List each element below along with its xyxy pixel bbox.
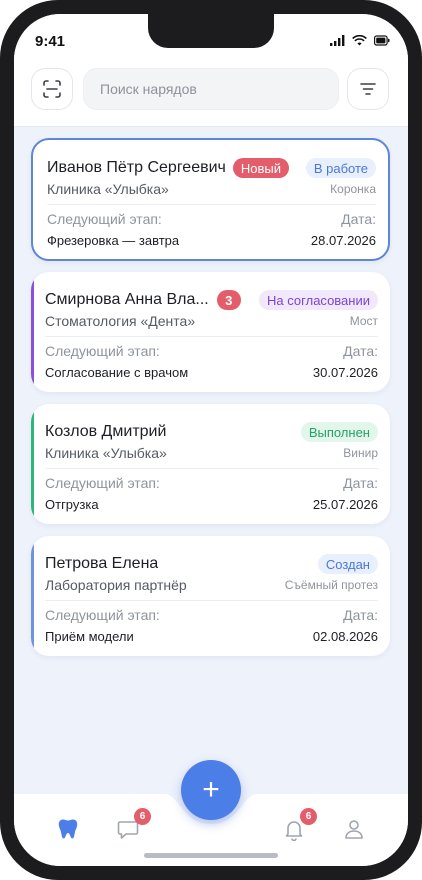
next-stage-label: Следующий этап: xyxy=(45,343,160,359)
status-icons xyxy=(330,35,390,46)
status-time: 9:41 xyxy=(35,33,66,50)
card-subheader: Клиника «Улыбка» Винир xyxy=(45,444,378,462)
clinic-name: Клиника «Улыбка» xyxy=(47,181,169,197)
phone-frame: 9:41 Поиск нарядов Иванов Пётр Сергеевич… xyxy=(0,0,422,880)
next-stage-value: Фрезеровка — завтра xyxy=(47,232,180,248)
card-labels: Следующий этап: Дата: xyxy=(45,606,378,624)
patient-name: Петрова Елена xyxy=(45,555,159,572)
nav-orders[interactable] xyxy=(53,814,83,844)
filter-icon xyxy=(360,83,376,95)
next-stage-value: Приём модели xyxy=(45,628,134,644)
home-indicator xyxy=(144,853,278,858)
card-header: Козлов Дмитрий Выполнен xyxy=(45,421,378,443)
card-accent xyxy=(31,536,34,656)
card-subheader: Лаборатория партнёр Съёмный протез xyxy=(45,576,378,594)
card-divider xyxy=(45,468,378,469)
clinic-name: Лаборатория партнёр xyxy=(45,577,187,593)
card-values: Приём модели 02.08.2026 xyxy=(45,627,378,645)
scan-button[interactable] xyxy=(31,68,73,110)
clinic-name: Стоматология «Дента» xyxy=(45,313,196,329)
signal-icon xyxy=(330,35,345,46)
card-header: Смирнова Анна Вла... 3 На согласовании xyxy=(45,289,378,311)
order-card[interactable]: Козлов Дмитрий Выполнен Клиника «Улыбка»… xyxy=(31,404,390,524)
card-accent xyxy=(31,272,34,392)
next-stage-label: Следующий этап: xyxy=(45,607,160,623)
date-label: Дата: xyxy=(341,211,376,227)
card-subheader: Стоматология «Дента» Мост xyxy=(45,312,378,330)
nav-chats[interactable]: 6 xyxy=(113,808,151,844)
chat-badge: 6 xyxy=(134,808,151,825)
notifications-badge: 6 xyxy=(300,808,317,825)
card-header: Иванов Пётр Сергеевич Новый В работе xyxy=(47,157,376,179)
card-divider xyxy=(45,600,378,601)
card-header: Петрова Елена Создан xyxy=(45,553,378,575)
date-value: 25.07.2026 xyxy=(312,496,378,512)
card-labels: Следующий этап: Дата: xyxy=(45,342,378,360)
app-screen: 9:41 Поиск нарядов Иванов Пётр Сергеевич… xyxy=(14,14,408,866)
date-value: 02.08.2026 xyxy=(312,628,378,644)
camera-notch xyxy=(148,14,274,48)
date-value: 28.07.2026 xyxy=(310,232,376,248)
wifi-icon xyxy=(352,35,367,46)
card-labels: Следующий этап: Дата: xyxy=(47,210,376,228)
date-label: Дата: xyxy=(343,475,378,491)
top-bar xyxy=(14,66,408,127)
patient-name: Смирнова Анна Вла... xyxy=(45,291,209,308)
card-subheader: Клиника «Улыбка» Коронка xyxy=(47,180,376,198)
date-label: Дата: xyxy=(343,343,378,359)
card-values: Согласование с врачом 30.07.2026 xyxy=(45,363,378,381)
card-accent xyxy=(31,404,34,524)
scan-icon xyxy=(43,80,61,98)
order-card[interactable]: Петрова Елена Создан Лаборатория партнёр… xyxy=(31,536,390,656)
card-labels: Следующий этап: Дата: xyxy=(45,474,378,492)
order-card[interactable]: Иванов Пётр Сергеевич Новый В работе Кли… xyxy=(31,138,390,261)
order-card[interactable]: Смирнова Анна Вла... 3 На согласовании С… xyxy=(31,272,390,392)
nav-notifications[interactable]: 6 xyxy=(279,808,317,844)
profile-icon xyxy=(345,820,363,839)
nav-profile[interactable] xyxy=(339,814,369,844)
battery-icon xyxy=(374,35,390,46)
status-badge: Выполнен xyxy=(300,422,378,442)
date-label: Дата: xyxy=(343,607,378,623)
add-order-button[interactable]: + xyxy=(181,760,241,820)
filter-button[interactable] xyxy=(347,68,389,110)
new-badge: Новый xyxy=(232,158,290,178)
search-field[interactable] xyxy=(83,68,339,110)
status-badge: Создан xyxy=(317,554,378,574)
next-stage-label: Следующий этап: xyxy=(47,211,162,227)
next-stage-value: Отгрузка xyxy=(45,496,99,512)
count-badge: 3 xyxy=(216,290,241,310)
next-stage-value: Согласование с врачом xyxy=(45,364,189,380)
next-stage-label: Следующий этап: xyxy=(45,475,160,491)
card-values: Фрезеровка — завтра 28.07.2026 xyxy=(47,231,376,249)
clinic-name: Клиника «Улыбка» xyxy=(45,445,167,461)
card-values: Отгрузка 25.07.2026 xyxy=(45,495,378,513)
status-badge: На согласовании xyxy=(259,290,378,310)
product-type: Коронка xyxy=(330,182,376,196)
card-divider xyxy=(47,204,376,205)
status-badge: В работе xyxy=(305,158,376,178)
product-type: Винир xyxy=(343,446,378,460)
patient-name: Козлов Дмитрий xyxy=(45,423,167,440)
card-divider xyxy=(45,336,378,337)
product-type: Мост xyxy=(349,314,378,328)
search-input[interactable] xyxy=(98,80,338,98)
tooth-icon xyxy=(58,819,78,839)
date-value: 30.07.2026 xyxy=(312,364,378,380)
product-type: Съёмный протез xyxy=(284,578,378,592)
patient-name: Иванов Пётр Сергеевич xyxy=(47,159,226,176)
